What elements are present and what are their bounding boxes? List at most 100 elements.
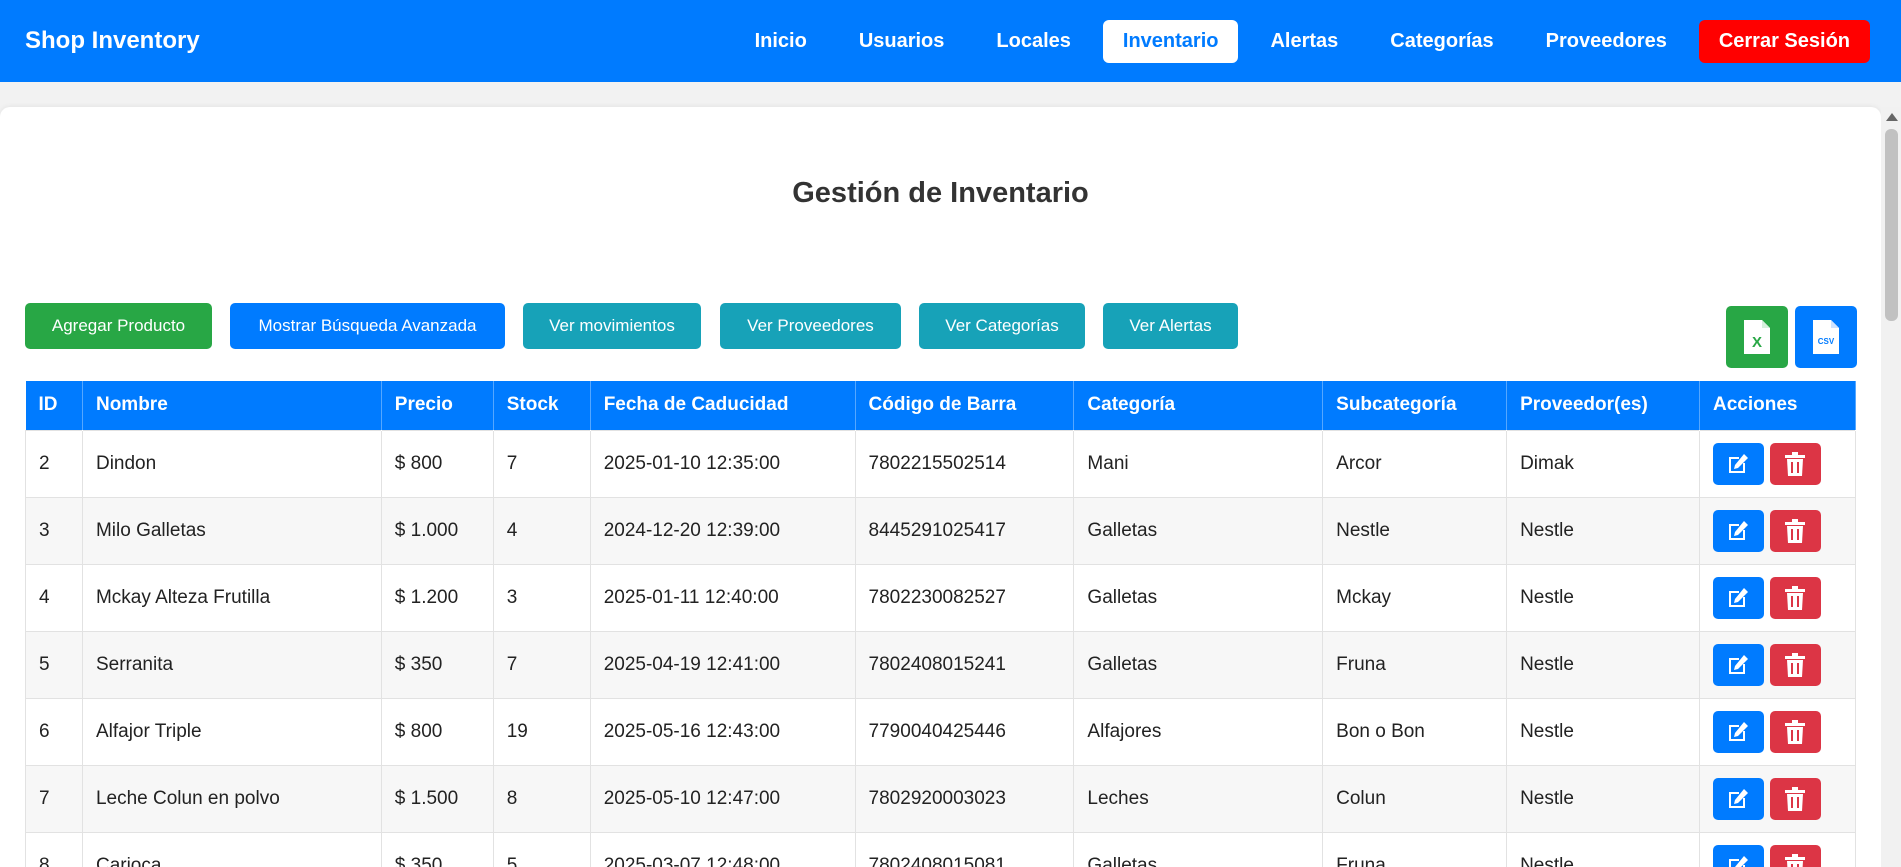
cell-precio: $ 350 — [380, 630, 494, 699]
row-actions — [1712, 576, 1842, 619]
cell-fecha: 2025-05-16 12:43:00 — [589, 697, 856, 766]
cell-precio: $ 1.500 — [380, 764, 494, 833]
page-scrollbar[interactable] — [1881, 107, 1901, 867]
cell-proveedor: Nestle — [1506, 764, 1700, 833]
scroll-up-arrow-icon[interactable] — [1886, 113, 1898, 121]
row-actions — [1712, 643, 1842, 686]
export-csv-button[interactable]: CSV — [1795, 306, 1857, 368]
edit-icon — [1729, 855, 1749, 867]
table-row: 4 Mckay Alteza Frutilla $ 1.200 3 2025-01-11… — [25, 563, 1857, 632]
table-row: 8 Carioca $ 350 5 2025-03-07 12:48:00 7802408… — [25, 831, 1857, 867]
cell-nombre: Carioca — [81, 831, 382, 867]
cell-nombre: Milo Galletas — [81, 496, 382, 565]
row-actions — [1712, 509, 1842, 552]
cell-precio: $ 800 — [380, 697, 494, 766]
header-stock[interactable]: Stock — [493, 381, 591, 430]
cell-nombre: Alfajor Triple — [81, 697, 382, 766]
cell-codigo: 7802230082527 — [854, 563, 1075, 632]
table-row: 5 Serranita $ 350 7 2025-04-19 12:41:00 78024… — [25, 630, 1857, 699]
nav-locales[interactable]: Locales — [976, 20, 1090, 63]
nav-inicio[interactable]: Inicio — [735, 20, 827, 63]
delete-button[interactable] — [1769, 576, 1821, 619]
cell-precio: $ 1.000 — [380, 496, 494, 565]
edit-icon — [1729, 654, 1749, 674]
brand-logo[interactable]: Shop Inventory — [25, 27, 200, 55]
nav-alertas[interactable]: Alertas — [1250, 20, 1358, 63]
cell-codigo: 7802215502514 — [854, 429, 1075, 498]
cell-fecha: 2025-04-19 12:41:00 — [589, 630, 856, 699]
trash-icon — [1785, 451, 1806, 476]
add-product-button[interactable]: Agregar Producto — [25, 303, 212, 349]
trash-icon — [1785, 853, 1806, 867]
header-nombre[interactable]: Nombre — [82, 381, 382, 430]
edit-button[interactable] — [1712, 777, 1764, 820]
delete-button[interactable] — [1769, 777, 1821, 820]
delete-button[interactable] — [1769, 710, 1821, 753]
cell-fecha: 2024-12-20 12:39:00 — [589, 496, 856, 565]
nav-proveedores[interactable]: Proveedores — [1526, 20, 1687, 63]
cell-acciones — [1698, 831, 1857, 867]
delete-button[interactable] — [1769, 442, 1821, 485]
header-codigo-barra[interactable]: Código de Barra — [855, 381, 1075, 430]
header-subcategoria[interactable]: Subcategoría — [1322, 381, 1508, 430]
cell-precio: $ 350 — [380, 831, 494, 867]
edit-button[interactable] — [1712, 710, 1764, 753]
header-proveedores[interactable]: Proveedor(es) — [1506, 381, 1700, 430]
header-fecha-caducidad[interactable]: Fecha de Caducidad — [590, 381, 856, 430]
edit-button[interactable] — [1712, 844, 1764, 867]
view-categories-button[interactable]: Ver Categorías — [919, 303, 1085, 349]
view-suppliers-button[interactable]: Ver Proveedores — [720, 303, 901, 349]
logout-button[interactable]: Cerrar Sesión — [1698, 20, 1870, 63]
cell-fecha: 2025-05-10 12:47:00 — [589, 764, 856, 833]
nav-categorias[interactable]: Categorías — [1370, 20, 1513, 63]
table-row: 7 Leche Colun en polvo $ 1.500 8 2025-05-10 … — [25, 764, 1857, 833]
row-actions — [1712, 442, 1842, 485]
cell-codigo: 7802408015081 — [854, 831, 1075, 867]
cell-subcategoria: Arcor — [1322, 429, 1508, 498]
delete-button[interactable] — [1769, 509, 1821, 552]
table-row: 2 Dindon $ 800 7 2025-01-10 12:35:00 78022155… — [25, 429, 1857, 498]
cell-categoria: Galletas — [1073, 563, 1324, 632]
header-precio[interactable]: Precio — [381, 381, 494, 430]
cell-stock: 8 — [492, 764, 591, 833]
scroll-thumb[interactable] — [1885, 129, 1898, 321]
cell-codigo: 7802408015241 — [854, 630, 1075, 699]
cell-acciones — [1698, 764, 1857, 833]
page-title: Gestión de Inventario — [792, 177, 1089, 209]
cell-precio: $ 800 — [380, 429, 494, 498]
cell-id: 4 — [25, 563, 83, 632]
nav-links: Inicio Usuarios Locales Inventario Alert… — [723, 20, 1870, 63]
delete-button[interactable] — [1769, 643, 1821, 686]
nav-inventario[interactable]: Inventario — [1102, 20, 1239, 63]
top-navbar: Shop Inventory Inicio Usuarios Locales I… — [0, 0, 1901, 82]
edit-button[interactable] — [1712, 509, 1764, 552]
cell-proveedor: Nestle — [1506, 496, 1700, 565]
cell-fecha: 2025-01-11 12:40:00 — [589, 563, 856, 632]
cell-nombre: Mckay Alteza Frutilla — [81, 563, 382, 632]
trash-icon — [1785, 652, 1806, 677]
delete-button[interactable] — [1769, 844, 1821, 867]
cell-subcategoria: Mckay — [1322, 563, 1508, 632]
view-alerts-button[interactable]: Ver Alertas — [1103, 303, 1238, 349]
cell-subcategoria: Bon o Bon — [1322, 697, 1508, 766]
edit-button[interactable] — [1712, 442, 1764, 485]
export-excel-button[interactable]: X — [1726, 306, 1788, 368]
cell-codigo: 7802920003023 — [854, 764, 1075, 833]
cell-acciones — [1698, 429, 1857, 498]
cell-codigo: 7790040425446 — [854, 697, 1075, 766]
cell-proveedor: Dimak — [1506, 429, 1700, 498]
edit-button[interactable] — [1712, 576, 1764, 619]
view-movements-button[interactable]: Ver movimientos — [523, 303, 701, 349]
cell-stock: 19 — [492, 697, 591, 766]
nav-usuarios[interactable]: Usuarios — [839, 20, 965, 63]
header-categoria[interactable]: Categoría — [1073, 381, 1324, 430]
edit-button[interactable] — [1712, 643, 1764, 686]
trash-icon — [1785, 585, 1806, 610]
header-id[interactable]: ID — [25, 381, 83, 430]
cell-proveedor: Nestle — [1506, 630, 1700, 699]
trash-icon — [1785, 719, 1806, 744]
cell-categoria: Mani — [1073, 429, 1324, 498]
cell-categoria: Galletas — [1073, 630, 1324, 699]
cell-id: 7 — [25, 764, 83, 833]
advanced-search-button[interactable]: Mostrar Búsqueda Avanzada — [230, 303, 505, 349]
